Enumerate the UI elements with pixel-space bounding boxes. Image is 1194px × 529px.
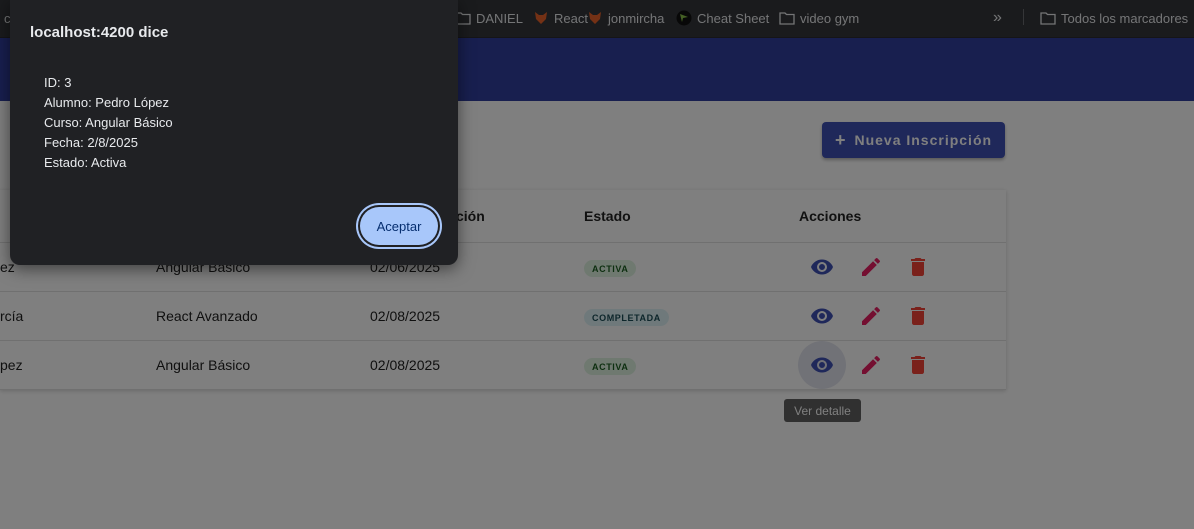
dialog-line-id: ID: 3 — [44, 75, 72, 90]
alert-dialog: localhost:4200 dice ID: 3 Alumno: Pedro … — [10, 0, 458, 265]
dialog-line-estado: Estado: Activa — [44, 155, 127, 170]
dialog-title: localhost:4200 dice — [30, 24, 169, 41]
dialog-line-curso: Curso: Angular Básico — [44, 115, 173, 130]
dialog-line-fecha: Fecha: 2/8/2025 — [44, 135, 138, 150]
accept-button[interactable]: Aceptar — [360, 207, 438, 245]
dialog-line-alumno: Alumno: Pedro López — [44, 95, 170, 110]
